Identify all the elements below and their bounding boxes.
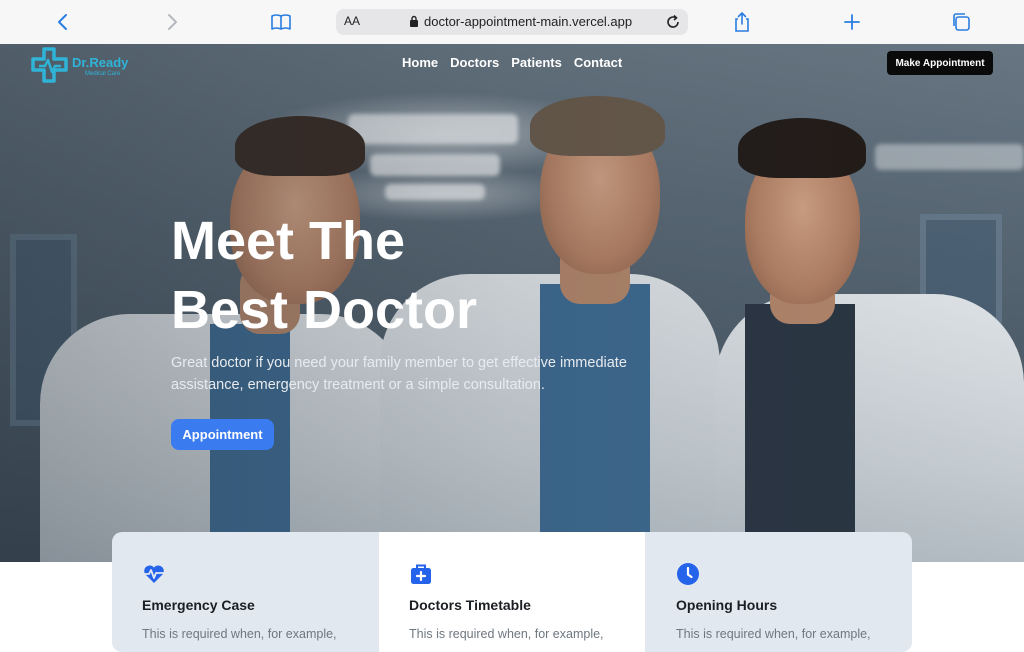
heart-pulse-icon: [144, 565, 164, 583]
clock-icon: [677, 563, 699, 585]
browser-toolbar: AA doctor-appointment-main.vercel.app: [0, 0, 1024, 45]
new-tab-button[interactable]: [838, 8, 866, 36]
main-nav: Home Doctors Patients Contact: [402, 55, 634, 70]
medical-kit-icon: [411, 564, 431, 584]
tabs-icon: [953, 13, 970, 31]
nav-home[interactable]: Home: [402, 55, 438, 70]
hero-title: Meet The Best Doctor: [171, 207, 591, 345]
share-button[interactable]: [728, 8, 756, 36]
back-button[interactable]: [49, 8, 77, 36]
card-title: Opening Hours: [676, 597, 778, 613]
bookmarks-button[interactable]: [267, 8, 295, 36]
card-opening-hours[interactable]: Opening Hours This is required when, for…: [646, 532, 912, 652]
chevron-left-icon: [58, 14, 67, 30]
nav-patients[interactable]: Patients: [511, 55, 562, 70]
chevron-right-icon: [168, 14, 177, 30]
card-doctors-timetable[interactable]: Doctors Timetable This is required when,…: [378, 532, 646, 652]
card-title: Emergency Case: [142, 597, 255, 613]
make-appointment-button[interactable]: Make Appointment: [887, 51, 993, 75]
book-icon: [271, 14, 291, 30]
feature-cards: Emergency Case This is required when, fo…: [112, 532, 912, 652]
hero-title-line2: Best Doctor: [171, 280, 478, 340]
appointment-button[interactable]: Appointment: [171, 419, 274, 450]
card-title: Doctors Timetable: [409, 597, 531, 613]
tabs-button[interactable]: [947, 8, 975, 36]
brand-name[interactable]: Dr.Ready: [72, 55, 128, 70]
card-text: This is required when, for example,: [142, 627, 337, 641]
nav-contact[interactable]: Contact: [574, 55, 622, 70]
medical-cross-logo-icon: [31, 47, 68, 83]
hero-subtitle: Great doctor if you need your family mem…: [171, 355, 627, 393]
card-emergency-case[interactable]: Emergency Case This is required when, fo…: [112, 532, 378, 652]
reload-icon[interactable]: [664, 13, 682, 31]
brand-tagline: Medical Care: [85, 71, 121, 77]
card-text: This is required when, for example,: [676, 627, 871, 641]
lock-icon: [410, 15, 418, 27]
text-size-button[interactable]: AA: [344, 14, 360, 28]
nav-doctors[interactable]: Doctors: [450, 55, 499, 70]
url-text: doctor-appointment-main.vercel.app: [424, 14, 633, 29]
forward-button[interactable]: [158, 8, 186, 36]
address-bar[interactable]: AA doctor-appointment-main.vercel.app: [336, 9, 688, 35]
hero-title-line1: Meet The: [171, 211, 406, 271]
share-icon: [735, 11, 749, 32]
plus-icon: [844, 14, 860, 30]
card-text: This is required when, for example,: [409, 627, 604, 641]
